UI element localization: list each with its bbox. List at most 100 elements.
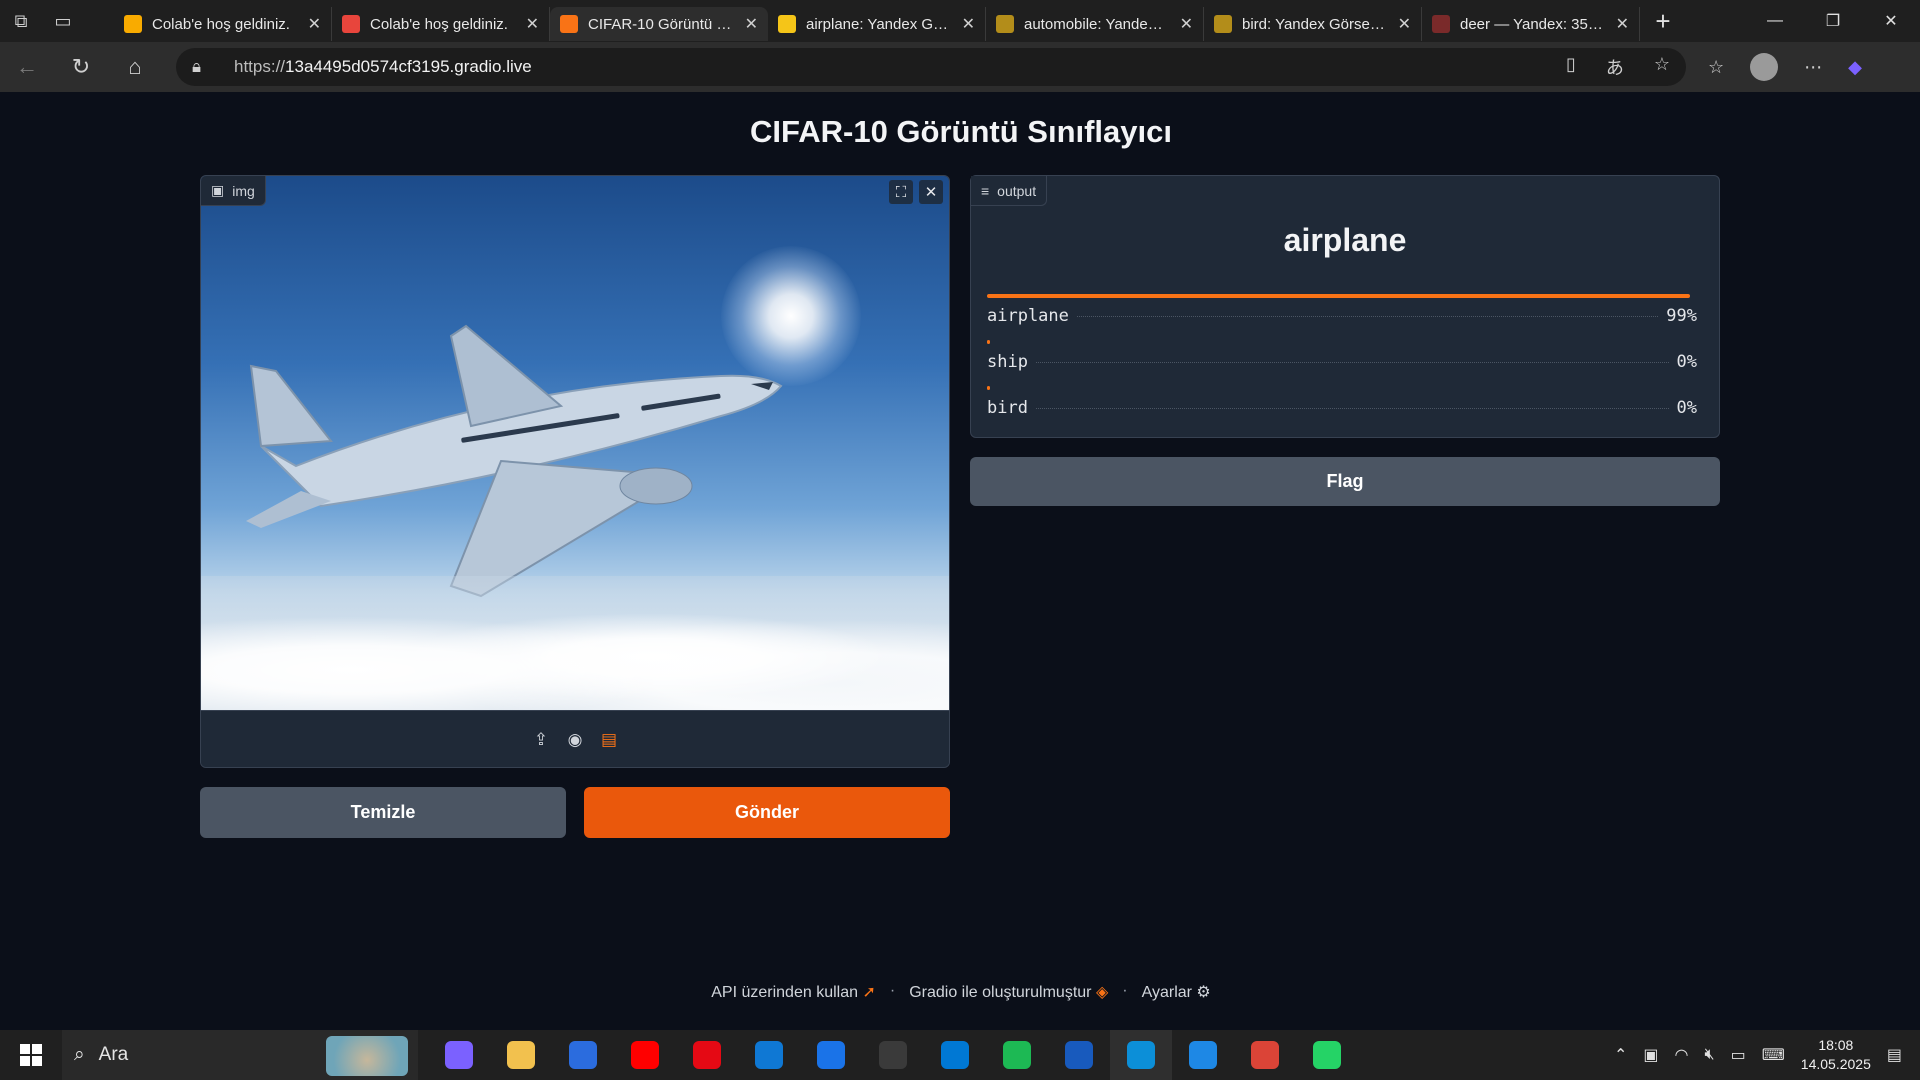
taskbar-app[interactable] bbox=[738, 1030, 800, 1080]
notifications-icon[interactable]: ▤ bbox=[1887, 1045, 1902, 1065]
address-bar-row: ← ↻ ⌂ 🔒︎ https://13a4495d0574cf3195.grad… bbox=[0, 42, 1920, 92]
webcam-icon[interactable]: ◉ bbox=[565, 730, 585, 750]
translate-icon[interactable]: あ bbox=[1606, 54, 1624, 80]
submit-button[interactable]: Gönder bbox=[584, 787, 950, 838]
close-tab-icon[interactable]: ✕ bbox=[1398, 14, 1411, 34]
close-tab-icon[interactable]: ✕ bbox=[308, 14, 321, 34]
taskbar-app[interactable] bbox=[986, 1030, 1048, 1080]
tab-actions-icon[interactable]: ▭ bbox=[42, 0, 84, 42]
upload-icon[interactable]: ⇪ bbox=[531, 730, 551, 750]
search-highlight-image bbox=[326, 1036, 408, 1076]
favorites-icon[interactable]: ☆ bbox=[1708, 57, 1724, 78]
url-field[interactable]: 🔒︎ https://13a4495d0574cf3195.gradio.liv… bbox=[176, 48, 1686, 86]
clapboard-icon bbox=[1189, 1041, 1217, 1069]
gradio-page: CIFAR-10 Görüntü Sınıflayıcı ▣ img ⛶ ✕ ⇪… bbox=[6, 92, 1916, 1027]
api-link[interactable]: API üzerinden kullan ➚ bbox=[711, 982, 876, 1002]
close-tab-icon[interactable]: ✕ bbox=[1616, 14, 1629, 34]
flag-button[interactable]: Flag bbox=[970, 457, 1720, 506]
taskbar-search[interactable]: ⌕ Ara bbox=[62, 1030, 418, 1080]
security-icon[interactable]: ▣ bbox=[1643, 1045, 1658, 1065]
taskbar-app[interactable] bbox=[614, 1030, 676, 1080]
gradio-link[interactable]: Gradio ile oluşturulmuştur ◈ bbox=[909, 982, 1108, 1002]
profile-avatar[interactable] bbox=[1750, 53, 1779, 81]
close-window-icon[interactable]: ✕ bbox=[1862, 0, 1920, 42]
gradio-icon bbox=[560, 15, 578, 33]
lock-icon[interactable]: 🔒︎ bbox=[192, 57, 218, 77]
chevron-up-icon[interactable]: ⌃ bbox=[1614, 1045, 1627, 1065]
taskbar-app[interactable] bbox=[1110, 1030, 1172, 1080]
taskbar-app[interactable] bbox=[1234, 1030, 1296, 1080]
new-tab-button[interactable]: + bbox=[1640, 0, 1686, 42]
system-tray: ⌃ ▣ ◠ 🔇︎ ▭ ⌨ 18:08 14.05.2025 ▤ bbox=[1614, 1036, 1920, 1074]
browser-tab[interactable]: CIFAR-10 Görüntü Sınıflayıcı ✕ bbox=[550, 7, 768, 41]
browser-tab[interactable]: Colab'e hoş geldiniz. ✕ bbox=[114, 7, 332, 41]
windows-taskbar: ⌕ Ara ⌃ ▣ ◠ 🔇︎ ▭ ⌨ 18:08 14.05.2025 ▤ bbox=[0, 1030, 1920, 1080]
close-tab-icon[interactable]: ✕ bbox=[526, 14, 539, 34]
settings-link[interactable]: Ayarlar ⚙ bbox=[1142, 982, 1211, 1002]
gradio-logo-icon: ◈ bbox=[1095, 984, 1109, 1001]
taskbar-app[interactable] bbox=[800, 1030, 862, 1080]
reader-icon[interactable]: ▯ bbox=[1566, 54, 1576, 80]
file-explorer-icon bbox=[507, 1041, 535, 1069]
taskbar-app[interactable] bbox=[1048, 1030, 1110, 1080]
close-tab-icon[interactable]: ✕ bbox=[962, 14, 975, 34]
battery-icon[interactable]: ▭ bbox=[1731, 1045, 1746, 1065]
taskbar-app[interactable] bbox=[552, 1030, 614, 1080]
confidence-percent: 99% bbox=[1666, 306, 1697, 326]
start-button[interactable] bbox=[0, 1030, 62, 1080]
browser-tab[interactable]: airplane: Yandex Görsel'de ✕ bbox=[768, 7, 986, 41]
confidence-label: ship bbox=[987, 352, 1028, 372]
close-tab-icon[interactable]: ✕ bbox=[1180, 14, 1193, 34]
volume-muted-icon[interactable]: 🔇︎ bbox=[1704, 1046, 1714, 1064]
taskbar-app[interactable] bbox=[862, 1030, 924, 1080]
confidence-bar bbox=[987, 340, 990, 344]
browser-tab[interactable]: automobile: Yandex Görsel'de ✕ bbox=[986, 7, 1204, 41]
time: 18:08 bbox=[1818, 1037, 1854, 1053]
tab-title: bird: Yandex Görsel'de bbox=[1242, 15, 1388, 33]
spotify-icon bbox=[1003, 1041, 1031, 1069]
taskbar-app[interactable] bbox=[1296, 1030, 1358, 1080]
clear-image-icon[interactable]: ✕ bbox=[919, 180, 943, 204]
browser-tab[interactable]: deer — Yandex: 35 bin ✕ bbox=[1422, 7, 1640, 41]
image-icon: ▣ bbox=[211, 182, 225, 198]
fullscreen-icon[interactable]: ⛶ bbox=[889, 180, 913, 204]
taskbar-app[interactable] bbox=[924, 1030, 986, 1080]
confidence-bar bbox=[987, 294, 1690, 298]
clear-button[interactable]: Temizle bbox=[200, 787, 566, 838]
browser-tab[interactable]: Colab'e hoş geldiniz. ✕ bbox=[332, 7, 550, 41]
taskbar-app[interactable] bbox=[1172, 1030, 1234, 1080]
label-output-panel: ≡ output airplane airplane 99% ship 0% bird 0… bbox=[970, 175, 1720, 438]
workspaces-icon[interactable]: ⧉ bbox=[0, 0, 42, 42]
clipboard-icon[interactable]: ▤ bbox=[599, 730, 619, 750]
keyboard-icon[interactable]: ⌨ bbox=[1762, 1045, 1785, 1065]
taskbar-app[interactable] bbox=[490, 1030, 552, 1080]
url-host: 13a4495d0574cf3195.gradio.live bbox=[285, 57, 532, 76]
browser-tab[interactable]: bird: Yandex Görsel'de ✕ bbox=[1204, 7, 1422, 41]
calendar-icon bbox=[569, 1041, 597, 1069]
confidence-bar bbox=[987, 386, 990, 390]
close-tab-icon[interactable]: ✕ bbox=[745, 14, 758, 34]
confidence-percent: 0% bbox=[1676, 398, 1697, 418]
tab-title: Colab'e hoş geldiniz. bbox=[370, 15, 508, 33]
home-button[interactable]: ⌂ bbox=[108, 42, 162, 92]
clock[interactable]: 18:08 14.05.2025 bbox=[1801, 1036, 1871, 1074]
taskbar-app[interactable] bbox=[676, 1030, 738, 1080]
confidence-label: bird bbox=[987, 398, 1028, 418]
netflix-icon bbox=[693, 1041, 721, 1069]
refresh-button[interactable]: ↻ bbox=[54, 42, 108, 92]
search-placeholder: Ara bbox=[98, 1044, 129, 1065]
restore-icon[interactable]: ❐ bbox=[1804, 0, 1862, 42]
copilot-icon[interactable]: ◆ bbox=[1848, 57, 1862, 78]
favorite-star-icon[interactable]: ☆ bbox=[1654, 54, 1670, 80]
minimize-icon[interactable]: — bbox=[1746, 0, 1804, 42]
back-button[interactable]: ← bbox=[0, 42, 54, 92]
more-menu-icon[interactable]: ⋯ bbox=[1804, 57, 1822, 78]
image-input-panel: ▣ img ⛶ ✕ ⇪ ◉ ▤ bbox=[200, 175, 950, 768]
output-label: output bbox=[997, 182, 1037, 199]
confidence-percent: 0% bbox=[1676, 352, 1697, 372]
wifi-icon[interactable]: ◠ bbox=[1675, 1045, 1689, 1065]
confidence-list: airplane 99% ship 0% bird 0% bbox=[987, 294, 1697, 418]
word-icon bbox=[1065, 1041, 1093, 1069]
taskbar-app[interactable] bbox=[428, 1030, 490, 1080]
tab-title: Colab'e hoş geldiniz. bbox=[152, 15, 290, 33]
